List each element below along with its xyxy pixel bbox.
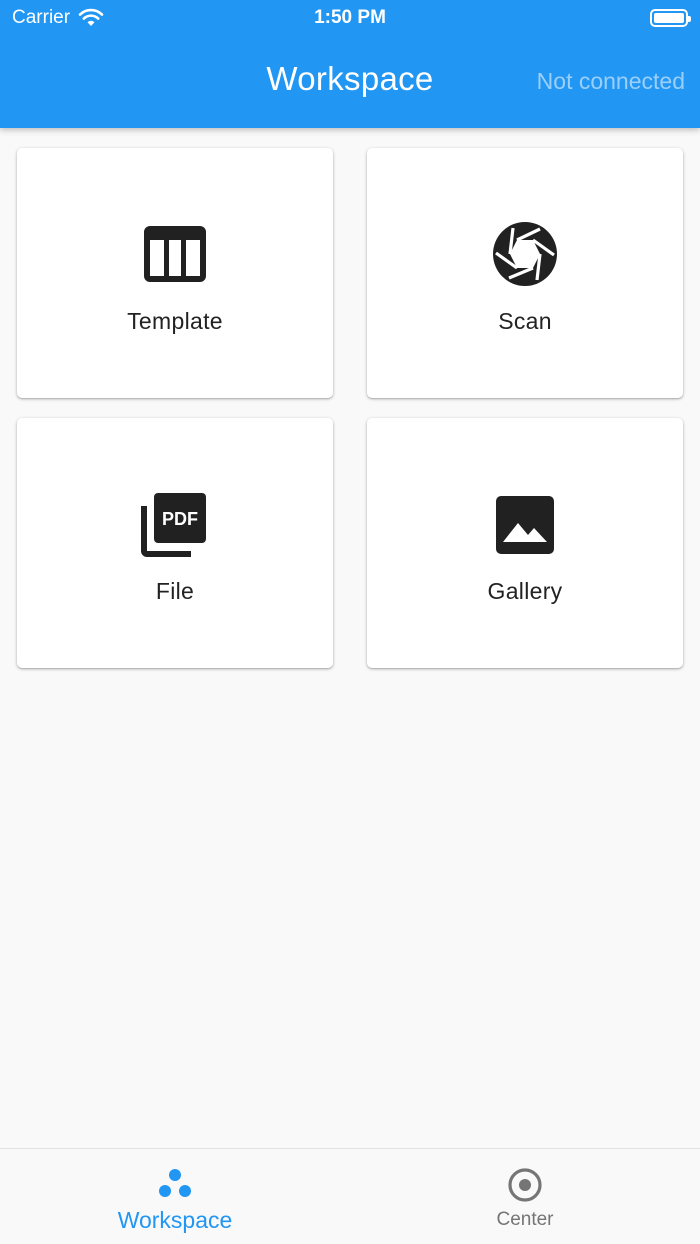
nav-item-center[interactable]: Center bbox=[350, 1149, 700, 1244]
image-icon bbox=[496, 496, 554, 554]
file-tile[interactable]: PDF File bbox=[17, 418, 333, 668]
nav-label-center: Center bbox=[496, 1209, 554, 1230]
app-bar: Carrier 1:50 PM Workspace Not connected bbox=[0, 0, 700, 128]
bottom-navigation: Workspace Center bbox=[0, 1148, 700, 1244]
camera-aperture-icon bbox=[493, 222, 557, 286]
scan-tile[interactable]: Scan bbox=[367, 148, 683, 398]
scan-label: Scan bbox=[498, 308, 552, 334]
app-screen: Carrier 1:50 PM Workspace Not connected … bbox=[0, 0, 700, 1244]
nav-label-workspace: Workspace bbox=[117, 1207, 233, 1233]
nav-item-workspace[interactable]: Workspace bbox=[0, 1149, 350, 1244]
template-tile[interactable]: Template bbox=[17, 148, 333, 398]
status-bar: Carrier 1:50 PM bbox=[0, 0, 700, 36]
radio-target-icon bbox=[508, 1168, 542, 1202]
pdf-file-icon: PDF bbox=[141, 493, 206, 557]
connection-status[interactable]: Not connected bbox=[537, 68, 685, 95]
battery-icon bbox=[650, 9, 691, 27]
gallery-label: Gallery bbox=[487, 578, 563, 604]
workspace-dots-icon bbox=[159, 1169, 191, 1197]
table-icon bbox=[144, 226, 206, 282]
svg-text:PDF: PDF bbox=[162, 509, 198, 529]
gallery-tile[interactable]: Gallery bbox=[367, 418, 683, 668]
template-label: Template bbox=[127, 308, 223, 334]
file-label: File bbox=[155, 578, 195, 604]
status-time: 1:50 PM bbox=[314, 7, 386, 28]
